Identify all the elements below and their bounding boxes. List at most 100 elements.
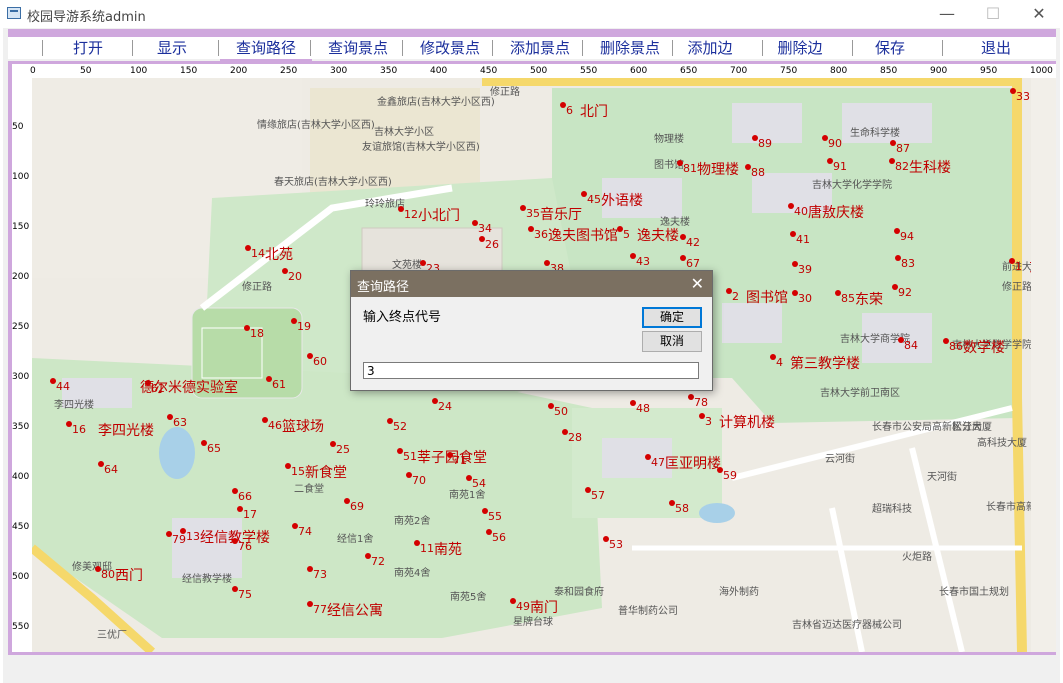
spot-id-label: 12 (404, 208, 418, 221)
close-button[interactable]: ✕ (1016, 2, 1062, 26)
spot-id-label: 45 (587, 193, 601, 206)
spot-id-label: 89 (758, 137, 772, 150)
ruler-y-tick: 300 (12, 372, 30, 382)
menu-item[interactable]: 删除边 (764, 37, 836, 59)
map-place-label: 天河街 (927, 472, 957, 483)
menu-item[interactable]: 添加景点 (494, 37, 586, 59)
map-place-label: 情缘旅店(吉林大学小区西) (257, 120, 375, 131)
map-place-label: 吉林大学前卫南区 (820, 388, 900, 399)
map-place-label: 长春市国土规划 (939, 587, 1009, 598)
spot-id-label: 50 (554, 405, 568, 418)
spot-id-label: 85 (841, 292, 855, 305)
map-place-label: 高科技大厦 (977, 438, 1027, 449)
spot-name-label: 匡亚明楼 (665, 456, 721, 472)
destination-code-input[interactable]: 3 (363, 362, 699, 379)
spot-id-label: 51 (403, 450, 417, 463)
menu-item[interactable]: 删除景点 (584, 37, 676, 59)
ruler-left: 50 100 150 200 250 300 350 400 450 500 550 (12, 78, 32, 652)
map-place-label: 火炬路 (902, 552, 932, 563)
dialog-close-icon[interactable]: ✕ (691, 274, 704, 293)
menu-item[interactable]: 打开 (44, 37, 132, 59)
map-place-label: 南苑4舍 (394, 568, 431, 579)
spot-id-label: 80 (101, 568, 115, 581)
ruler-y-tick: 150 (12, 222, 30, 232)
ruler-x-tick: 450 (480, 66, 498, 76)
map-place-label: 经信教学楼 (182, 574, 232, 585)
spot-id-label: 71 (453, 454, 467, 467)
spot-name-label: 篮球场 (282, 419, 324, 435)
spot-name-label: 计算机楼 (719, 415, 775, 431)
maximize-button[interactable]: ☐ (970, 2, 1016, 26)
window-title: 校园导游系统admin (27, 10, 146, 25)
spot-name-label: 北苑 (265, 247, 293, 263)
ruler-x-tick: 250 (280, 66, 298, 76)
spot-id-label: 82 (895, 160, 909, 173)
spot-id-label: 87 (896, 142, 910, 155)
minimize-button[interactable]: — (924, 2, 970, 26)
spot-id-label: 4 (776, 356, 783, 369)
spot-id-label: 75 (238, 588, 252, 601)
menu-item[interactable]: 查询路径 (220, 37, 312, 61)
spot-id-label: 25 (336, 443, 350, 456)
menu-item[interactable]: 查询景点 (312, 37, 404, 59)
ruler-x-tick: 600 (630, 66, 648, 76)
map-place-label: 修正路 (242, 282, 272, 293)
spot-id-label: 60 (313, 355, 327, 368)
ruler-y-tick: 400 (12, 472, 30, 482)
ruler-y-tick: 550 (12, 622, 30, 632)
ruler-x-tick: 650 (680, 66, 698, 76)
ok-button[interactable]: 确定 (642, 307, 702, 328)
map-place-label: 春天旅店(吉林大学小区西) (274, 177, 392, 188)
spot-name-label: 东门 (1029, 257, 1031, 277)
spot-id-label: 77 (313, 603, 327, 616)
ruler-x-tick: 700 (730, 66, 748, 76)
map-place-label: 文苑楼 (392, 260, 422, 271)
menu-separator (132, 40, 133, 56)
spot-name-label: 物理楼 (697, 162, 739, 178)
spot-id-label: 19 (297, 320, 311, 333)
map-place-label: 二食堂 (294, 484, 324, 495)
map-place-label: 李四光楼 (54, 400, 94, 411)
spot-name-label: 数学楼 (963, 340, 1005, 356)
spot-id-label: 59 (723, 469, 737, 482)
menu-item[interactable]: 显示 (134, 37, 210, 59)
map-place-label: 三优厂 (97, 630, 127, 641)
ruler-y-tick: 450 (12, 522, 30, 532)
map-place-label: 普华制药公司 (618, 606, 678, 617)
ruler-x-tick: 800 (830, 66, 848, 76)
spot-id-label: 83 (901, 257, 915, 270)
menu-item[interactable]: 添加边 (674, 37, 746, 59)
map-place-label: 吉林省迈达医疗器械公司 (792, 620, 902, 631)
spot-id-label: 53 (609, 538, 623, 551)
spot-id-label: 67 (686, 257, 700, 270)
menu-item[interactable]: 退出 (944, 37, 1048, 59)
menu-strip: 打开 显示 查询路径 查询景点 修改景点 添加景点 删除景点 添加边 删除边 保存 退出 (8, 37, 1056, 61)
menu-separator (762, 40, 763, 56)
map-place-label: 泰和园食府 (554, 587, 604, 598)
spot-id-label: 54 (472, 477, 486, 490)
spot-id-label: 92 (898, 286, 912, 299)
ruler-x-tick: 100 (130, 66, 148, 76)
spot-id-label: 24 (438, 400, 452, 413)
map-place-label: 南苑5舍 (450, 592, 487, 603)
map-place-label: 超瑞科技 (872, 504, 912, 515)
spot-id-label: 73 (313, 568, 327, 581)
ruler-x-tick: 900 (930, 66, 948, 76)
spot-id-label: 49 (516, 600, 530, 613)
map-edge (1031, 78, 1056, 652)
spot-name-label: 德尔米德实验室 (140, 380, 238, 396)
spot-id-label: 41 (796, 233, 810, 246)
menu-separator (42, 40, 43, 56)
dialog-title-bar[interactable]: 查询路径 ✕ (351, 271, 712, 297)
query-path-dialog: 查询路径 ✕ 输入终点代号 确定 取消 3 (350, 270, 713, 391)
spot-id-label: 63 (173, 416, 187, 429)
spot-name-label: 音乐厅 (540, 207, 582, 223)
menu-separator (672, 40, 673, 56)
ruler-x-tick: 750 (780, 66, 798, 76)
menu-item[interactable]: 修改景点 (404, 37, 496, 59)
spot-name-label: 图书馆 (746, 290, 788, 306)
spot-id-label: 69 (350, 500, 364, 513)
cancel-button[interactable]: 取消 (642, 331, 702, 352)
menu-item[interactable]: 保存 (854, 37, 926, 59)
ruler-x-tick: 200 (230, 66, 248, 76)
